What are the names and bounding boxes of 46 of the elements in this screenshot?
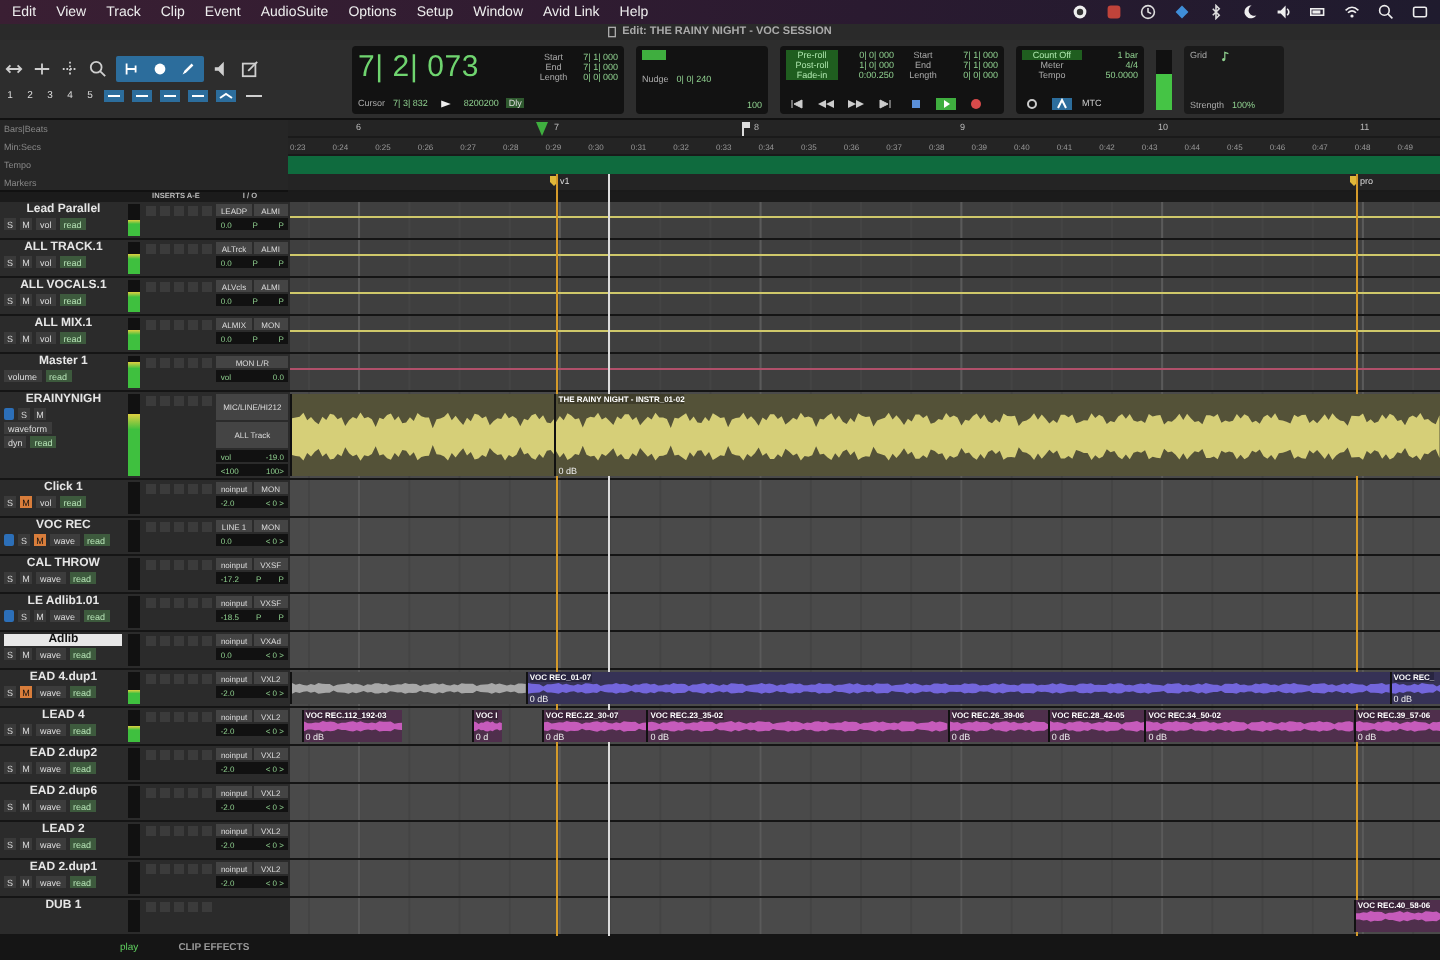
volume-automation-line[interactable] (290, 330, 1440, 333)
return-to-start-icon[interactable] (786, 97, 806, 109)
playhead-line[interactable] (608, 174, 610, 936)
insertion-marker-icon[interactable] (535, 122, 548, 136)
search-icon[interactable] (1378, 4, 1394, 20)
wifi-icon[interactable] (1344, 4, 1360, 20)
fast-forward-icon[interactable] (846, 97, 866, 109)
rewind-icon[interactable] (816, 97, 836, 109)
audio-clip[interactable] (290, 394, 555, 476)
trim-arrows-icon[interactable] (32, 60, 52, 78)
magnifier-icon[interactable] (88, 60, 108, 78)
toggle-icon[interactable] (132, 90, 152, 102)
volume-automation-line[interactable] (290, 292, 1440, 295)
input-monitor-button[interactable] (4, 610, 14, 622)
output-meter (1156, 49, 1172, 109)
clock-icon[interactable] (1140, 4, 1156, 20)
metronome-icon[interactable] (1052, 97, 1072, 109)
midi-icon[interactable] (1022, 97, 1042, 109)
audio-clip[interactable] (290, 672, 526, 704)
pencil-icon[interactable] (178, 60, 198, 78)
input-monitor-button[interactable] (4, 408, 14, 420)
toggle-icon[interactable] (104, 90, 124, 102)
toggle-icon[interactable] (188, 90, 208, 102)
toggle-icon[interactable] (160, 90, 180, 102)
stop-icon[interactable] (906, 97, 926, 109)
pencil-box-icon[interactable] (240, 60, 260, 78)
main-counter[interactable]: 7| 2| 073 (358, 49, 480, 83)
diamond-icon[interactable] (1174, 4, 1190, 20)
bluetooth-icon[interactable] (1208, 4, 1224, 20)
volume-automation-line[interactable] (290, 216, 1440, 219)
control-center-icon[interactable] (1412, 4, 1428, 20)
bracket-icon[interactable] (122, 60, 142, 78)
record-icon[interactable] (966, 97, 986, 109)
speaker-icon[interactable] (1276, 4, 1292, 20)
volume-automation-line[interactable] (290, 254, 1440, 257)
moon-icon[interactable] (1242, 4, 1258, 20)
trim-arrows-icon[interactable] (4, 60, 24, 78)
flag-icon[interactable] (741, 122, 750, 136)
input-monitor-button[interactable] (4, 534, 14, 546)
battery-icon[interactable] (1310, 4, 1326, 20)
grid-app-icon[interactable] (1106, 4, 1122, 20)
document-icon (608, 26, 617, 38)
play-icon[interactable] (936, 97, 956, 109)
record-circle-icon[interactable] (1072, 4, 1088, 20)
grid-mode-badge[interactable] (642, 49, 666, 59)
go-to-end-icon[interactable] (876, 97, 896, 109)
